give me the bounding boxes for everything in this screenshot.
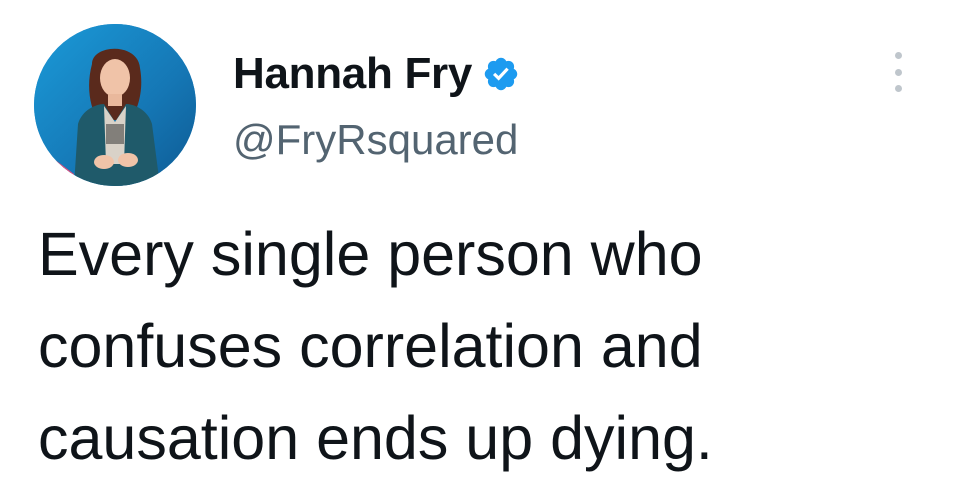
tweet-text: Every single person who confuses correla…: [38, 208, 938, 484]
avatar[interactable]: [34, 24, 196, 186]
tweet-text-line: causation ends up dying.: [38, 404, 713, 472]
author-handle[interactable]: @FryRsquared: [233, 112, 518, 168]
more-dot: [894, 68, 902, 76]
verified-badge-icon: [482, 55, 520, 93]
tweet-text-line: Every single person who: [38, 220, 703, 288]
tweet-card: Hannah Fry @FryRsquared Every single per…: [0, 0, 959, 496]
author-name-row: Hannah Fry: [233, 46, 520, 102]
author-display-name[interactable]: Hannah Fry: [233, 46, 472, 102]
tweet-text-line: confuses correlation and: [38, 312, 703, 380]
more-dot: [894, 52, 902, 59]
more-options-icon[interactable]: [888, 52, 908, 92]
more-dot: [894, 85, 902, 92]
profile-photo-icon: [34, 24, 196, 186]
